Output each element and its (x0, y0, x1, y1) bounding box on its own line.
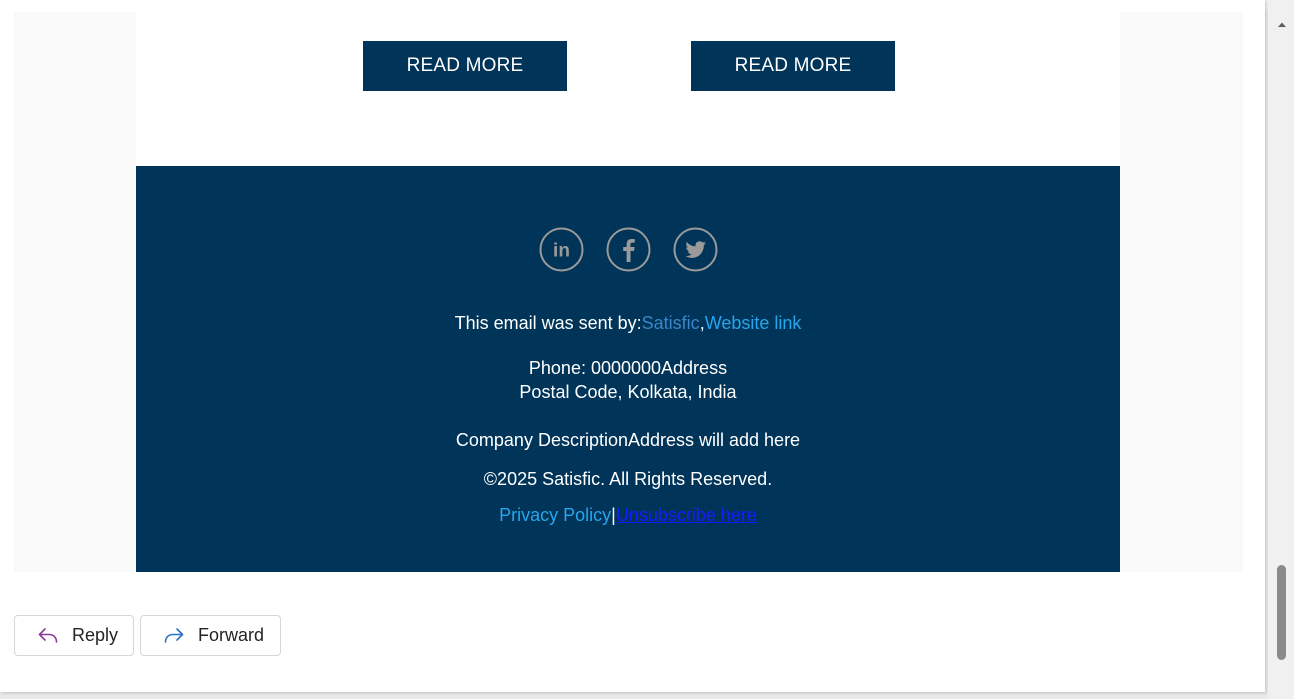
linkedin-icon[interactable]: in (539, 227, 584, 272)
facebook-icon[interactable] (606, 227, 651, 272)
company-description: Company DescriptionAddress will add here (455, 430, 801, 450)
email-body: READ MORE READ MORE in This email was se… (136, 12, 1120, 572)
reading-pane: READ MORE READ MORE in This email was se… (0, 0, 1265, 692)
forward-arrow-icon (162, 624, 186, 648)
sent-by-prefix: This email was sent by: (454, 313, 642, 333)
website-link[interactable]: Website link (705, 313, 802, 333)
postal-line: Postal Code, Kolkata, India (519, 382, 737, 402)
email-content-frame: READ MORE READ MORE in This email was se… (14, 12, 1243, 572)
privacy-policy-link[interactable]: Privacy Policy (499, 505, 611, 525)
scroll-up-arrow-icon[interactable] (1276, 18, 1288, 30)
sent-by-line: This email was sent by:Satisfic,Website … (136, 311, 1120, 335)
read-more-button-2[interactable]: READ MORE (691, 41, 895, 91)
reply-arrow-icon (36, 624, 60, 648)
social-links: in (136, 227, 1120, 272)
svg-text:in: in (553, 241, 570, 262)
reply-button[interactable]: Reply (14, 615, 134, 656)
footer-links: Privacy Policy|Unsubscribe here (136, 503, 1120, 527)
reply-label: Reply (72, 625, 119, 645)
forward-button[interactable]: Forward (140, 615, 281, 656)
forward-label: Forward (198, 625, 265, 645)
unsubscribe-link[interactable]: Unsubscribe here (616, 505, 757, 525)
phone-line: Phone: 0000000Address (528, 358, 728, 378)
twitter-icon[interactable] (673, 227, 718, 272)
read-more-button-1[interactable]: READ MORE (363, 41, 567, 91)
scrollbar-thumb[interactable] (1277, 565, 1286, 660)
sender-link[interactable]: Satisfic (642, 313, 700, 333)
copyright-line: ©2025 Satisfic. All Rights Reserved. (483, 469, 773, 489)
email-footer: in This email was sent by:Satisfic,Websi… (136, 166, 1120, 572)
